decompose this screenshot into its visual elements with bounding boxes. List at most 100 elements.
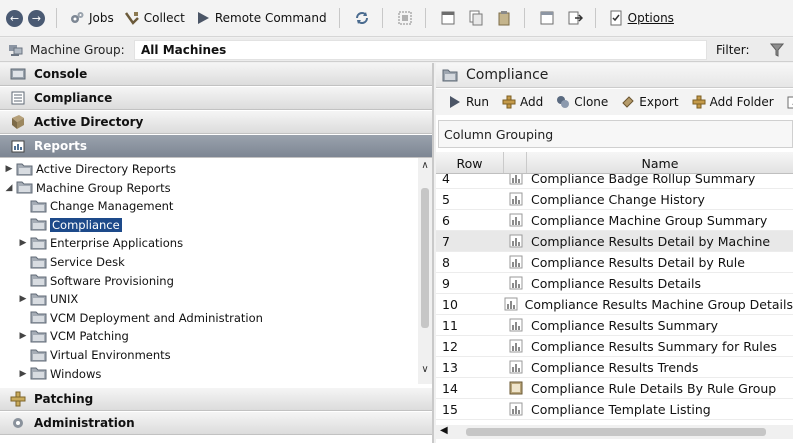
column-header-icon[interactable] xyxy=(504,152,527,173)
tree-item[interactable]: ▶ UNIX xyxy=(18,290,79,308)
collect-button[interactable]: Collect xyxy=(120,6,189,30)
table-row[interactable]: 14 Compliance Rule Details By Rule Group xyxy=(436,378,793,399)
scroll-up-icon[interactable]: ∧ xyxy=(419,160,431,171)
forward-icon[interactable]: → xyxy=(28,9,45,27)
column-grouping-area[interactable]: Column Grouping xyxy=(438,120,793,148)
nav-console[interactable]: Console xyxy=(0,63,432,86)
table-row[interactable]: 13 Compliance Results Trends xyxy=(436,357,793,378)
table-row[interactable]: 11 Compliance Results Summary xyxy=(436,315,793,336)
row-number: 7 xyxy=(442,233,450,249)
collect-label: Collect xyxy=(143,11,185,25)
nav-reports-label: Reports xyxy=(34,139,88,153)
tree-item-label: Enterprise Applications xyxy=(50,236,184,251)
nav-patching[interactable]: Patching xyxy=(0,388,432,411)
tree-scrollbar-thumb[interactable] xyxy=(421,188,429,328)
tree-item[interactable]: ◢ Machine Group Reports xyxy=(4,179,171,197)
content-pane: Compliance Run Add Clone Export Add Fold… xyxy=(436,63,793,443)
column-header-row[interactable]: Row xyxy=(436,152,504,173)
nav-reports[interactable]: Reports xyxy=(0,135,432,158)
folder-icon xyxy=(30,311,47,324)
report-icon xyxy=(499,297,520,311)
toolbar-divider xyxy=(56,8,57,28)
export-label: Export xyxy=(639,95,679,109)
nav-compliance[interactable]: Compliance xyxy=(0,87,432,110)
table-row[interactable]: 7 Compliance Results Detail by Machine xyxy=(436,231,793,252)
clone-label: Clone xyxy=(574,95,609,109)
report-name: Compliance Results Detail by Rule xyxy=(531,254,745,270)
options-button[interactable]: Options xyxy=(604,6,678,30)
table-row[interactable]: 6 Compliance Machine Group Summary xyxy=(436,210,793,231)
table-row[interactable]: 15 Compliance Template Listing xyxy=(436,399,793,420)
run-button[interactable]: Run xyxy=(448,95,489,109)
add-button[interactable]: Add xyxy=(502,95,543,109)
row-number: 14 xyxy=(442,380,458,396)
expand-arrow-icon[interactable]: ▶ xyxy=(18,331,28,341)
clone-button[interactable]: Clone xyxy=(556,95,608,109)
table-row[interactable]: 8 Compliance Results Detail by Rule xyxy=(436,252,793,273)
row-number: 8 xyxy=(442,254,450,270)
folder-icon xyxy=(30,200,47,213)
nav-active-directory[interactable]: Active Directory xyxy=(0,111,432,134)
table-row[interactable]: 10 Compliance Results Machine Group Detai… xyxy=(436,294,793,315)
scroll-left-icon[interactable]: ◀ xyxy=(440,425,448,436)
column-header-name[interactable]: Name xyxy=(527,152,793,173)
refresh-icon[interactable] xyxy=(354,10,370,26)
new-window-icon[interactable] xyxy=(539,10,555,26)
nav-patching-label: Patching xyxy=(34,392,94,406)
nav-administration[interactable]: Administration xyxy=(0,412,432,435)
table-row[interactable]: 12 Compliance Results Summary for Rules xyxy=(436,336,793,357)
toolbar-divider xyxy=(424,8,426,28)
expand-arrow-icon[interactable]: ◢ xyxy=(4,183,14,193)
add-folder-label: Add Folder xyxy=(709,95,774,109)
report-name: Compliance Results Summary for Rules xyxy=(531,338,777,354)
row-number: 12 xyxy=(442,338,458,354)
compliance-icon xyxy=(11,91,25,105)
remote-command-button[interactable]: Remote Command xyxy=(191,6,331,30)
table-row[interactable]: 9 Compliance Results Details xyxy=(436,273,793,294)
table-row[interactable]: 4 Compliance Badge Rollup Summary xyxy=(436,174,793,189)
scroll-down-icon[interactable]: ∨ xyxy=(419,364,431,375)
tree-scrollbar[interactable]: ∧ ∨ xyxy=(418,158,432,384)
folder-icon xyxy=(30,256,47,268)
tree-item[interactable]: Virtual Environments xyxy=(18,346,171,364)
report-name: Compliance Results Details xyxy=(531,275,701,291)
tree-item[interactable]: ▶ Enterprise Applications xyxy=(18,234,184,252)
tree-item[interactable]: Compliance xyxy=(18,216,122,234)
export-button[interactable]: Export xyxy=(621,95,679,109)
row-number: 6 xyxy=(442,212,450,228)
table-row[interactable]: 5 Compliance Change History xyxy=(436,189,793,210)
grid-scrollbar-thumb[interactable] xyxy=(466,428,766,436)
row-number: 4 xyxy=(442,174,450,186)
clipboard-icon[interactable] xyxy=(496,10,512,26)
machine-group-label: Machine Group: xyxy=(30,42,125,57)
grid-horizontal-scrollbar[interactable]: ◀ xyxy=(436,425,793,439)
expand-arrow-icon[interactable]: ▶ xyxy=(4,164,14,174)
toolbar-divider xyxy=(523,8,525,28)
remote-command-label: Remote Command xyxy=(214,11,327,25)
expand-arrow-icon[interactable]: ▶ xyxy=(18,238,28,248)
tree-item[interactable]: ▶ VCM Patching xyxy=(18,327,129,345)
clone-icon xyxy=(557,96,570,108)
tree-item[interactable]: Change Management xyxy=(18,197,173,215)
select-all-icon[interactable] xyxy=(397,10,413,26)
tree-item[interactable]: ▶ Active Directory Reports xyxy=(4,160,176,178)
funnel-icon[interactable] xyxy=(770,43,784,57)
add-label: Add xyxy=(520,95,544,109)
content-header: Compliance xyxy=(436,63,793,88)
expand-arrow-icon[interactable]: ▶ xyxy=(18,369,28,379)
tree-item[interactable]: VCM Deployment and Administration xyxy=(18,309,263,327)
tree-item[interactable]: Service Desk xyxy=(18,253,125,271)
window-icon[interactable] xyxy=(440,10,456,26)
tree-item[interactable]: ▶ Windows xyxy=(18,365,102,383)
add-folder-button[interactable]: Add Folder xyxy=(692,95,774,109)
back-icon[interactable]: ← xyxy=(6,9,23,27)
expand-arrow-icon[interactable]: ▶ xyxy=(18,294,28,304)
row-number: 5 xyxy=(442,191,450,207)
tree-item[interactable]: Software Provisioning xyxy=(18,272,174,290)
export-icon[interactable] xyxy=(567,10,583,26)
edit-button[interactable] xyxy=(787,95,793,109)
tree-item-label: VCM Patching xyxy=(50,329,129,344)
copy-icon[interactable] xyxy=(468,10,484,26)
machine-group-field[interactable]: All Machines xyxy=(134,40,707,60)
jobs-button[interactable]: Jobs xyxy=(65,6,118,30)
